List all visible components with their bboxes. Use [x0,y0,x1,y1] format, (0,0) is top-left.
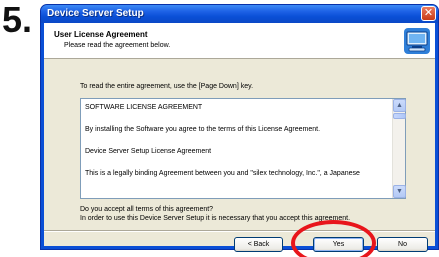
instruction-text: To read the entire agreement, use the [P… [80,83,254,90]
dialog-client-area: User License Agreement Please read the a… [44,23,435,252]
header-subtitle: Please read the agreement below. [64,42,171,49]
scroll-thumb[interactable] [393,113,406,119]
scroll-up-button[interactable]: ▲ [393,99,406,112]
license-scrollbar[interactable]: ▲ ▼ [392,99,406,198]
license-line: By installing the Software you agree to … [85,126,321,133]
button-divider [44,230,435,232]
license-line: SOFTWARE LICENSE AGREEMENT [85,104,203,111]
chevron-up-icon: ▲ [396,102,403,109]
accept-question: Do you accept all terms of this agreemen… [80,206,214,213]
step-number: 5. [2,0,33,40]
license-text: SOFTWARE LICENSE AGREEMENT By installing… [85,103,389,191]
close-button[interactable]: ✕ [421,6,436,21]
yes-button[interactable]: Yes [313,237,364,252]
no-button[interactable]: No [377,237,428,252]
license-text-box[interactable]: SOFTWARE LICENSE AGREEMENT By installing… [80,98,406,199]
computer-setup-icon [404,28,430,54]
license-line: This is a legally binding Agreement betw… [85,170,360,177]
setup-window: Device Server Setup ✕ User License Agree… [40,4,439,252]
window-title: Device Server Setup [47,8,144,19]
chevron-down-icon: ▼ [396,188,403,195]
title-bar[interactable]: Device Server Setup ✕ [41,5,438,23]
dialog-header: User License Agreement Please read the a… [44,23,435,59]
accept-note: In order to use this Device Server Setup… [80,215,351,222]
license-line: Device Server Setup License Agreement [85,148,212,155]
scroll-down-button[interactable]: ▼ [393,185,406,198]
back-button[interactable]: < Back [234,237,283,252]
header-title: User License Agreement [54,30,148,39]
close-icon: ✕ [423,7,434,19]
